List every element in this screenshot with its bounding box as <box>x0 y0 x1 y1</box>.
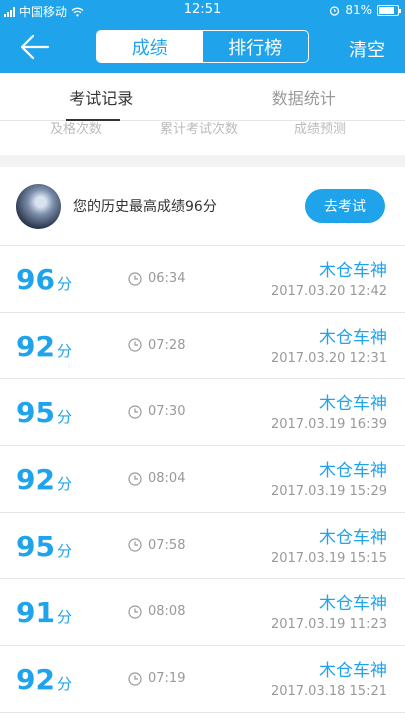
tab-statistics[interactable]: 数据统计 <box>203 73 405 120</box>
record-duration: 06:34 <box>128 271 185 286</box>
clock-icon <box>128 405 142 419</box>
score-unit: 分 <box>56 341 72 360</box>
record-username: 木仓车神 <box>319 527 387 548</box>
record-date: 2017.03.19 16:39 <box>270 417 387 433</box>
stats-labels-row: 及格次数 累计考试次数 成绩预测 <box>0 121 405 155</box>
score-value: 95 <box>16 396 55 430</box>
tab-exam-records[interactable]: 考试记录 <box>0 73 203 120</box>
clock-icon <box>128 605 142 619</box>
duration-value: 07:58 <box>148 537 186 553</box>
record-duration: 08:04 <box>128 471 185 486</box>
record-username: 木仓车神 <box>319 461 387 482</box>
score-unit: 分 <box>56 475 72 494</box>
record-row[interactable]: 96 分 06:34 木仓车神 2017.03.20 12:42 <box>0 246 405 313</box>
avatar <box>16 183 61 229</box>
score-value: 92 <box>16 663 55 697</box>
segment-ranking[interactable]: 排行榜 <box>203 31 309 62</box>
record-row[interactable]: 91 分 08:08 木仓车神 2017.03.19 11:23 <box>0 579 405 647</box>
duration-value: 07:30 <box>148 404 186 420</box>
score-value: 92 <box>16 329 55 363</box>
record-date: 2017.03.18 15:21 <box>270 684 387 700</box>
score-unit: 分 <box>56 675 72 694</box>
record-duration: 07:30 <box>128 404 185 419</box>
record-row[interactable]: 92 分 07:19 木仓车神 2017.03.18 15:21 <box>0 646 405 713</box>
score-unit: 分 <box>56 541 72 560</box>
record-date: 2017.03.20 12:31 <box>270 350 387 366</box>
best-score-panel: 您的历史最高成绩96分 去考试 <box>0 167 405 246</box>
record-row[interactable]: 92 分 07:28 木仓车神 2017.03.20 12:31 <box>0 313 405 380</box>
record-date: 2017.03.19 15:15 <box>270 550 387 566</box>
best-score-text: 您的历史最高成绩96分 <box>73 199 217 215</box>
clock-icon <box>128 672 142 686</box>
clock-icon <box>128 538 142 552</box>
status-right: 81% <box>329 3 401 17</box>
score-prediction-label: 成绩预测 <box>294 122 347 137</box>
status-bar: 中国移动 12:51 81% <box>0 0 405 20</box>
record-duration: 08:08 <box>128 604 185 619</box>
tab-bar: 考试记录 数据统计 <box>0 73 405 121</box>
clear-button[interactable]: 清空 <box>349 36 385 62</box>
record-username: 木仓车神 <box>319 327 387 348</box>
record-username: 木仓车神 <box>319 594 387 615</box>
record-score: 91 分 <box>16 596 72 629</box>
exam-record-list: 96 分 06:34 木仓车神 2017.03.20 12:42 92 分 07:28 木仓车神… <box>0 246 405 713</box>
record-username: 木仓车神 <box>319 394 387 415</box>
record-username: 木仓车神 <box>319 261 387 281</box>
record-score: 95 分 <box>16 396 72 429</box>
section-divider <box>0 155 405 167</box>
total-exams-label: 累计考试次数 <box>160 122 239 137</box>
clock-icon <box>128 471 142 486</box>
record-username: 木仓车神 <box>319 661 387 682</box>
record-score: 96 分 <box>16 263 72 296</box>
score-value: 95 <box>16 529 55 563</box>
record-row[interactable]: 95 分 07:30 木仓车神 2017.03.19 16:39 <box>0 379 405 447</box>
score-value: 96 <box>16 263 55 296</box>
score-value: 92 <box>16 463 55 497</box>
record-row[interactable]: 92 分 08:04 木仓车神 2017.03.19 15:29 <box>0 446 405 513</box>
record-score: 95 分 <box>16 530 72 563</box>
duration-value: 06:34 <box>148 271 186 286</box>
duration-value: 07:28 <box>148 337 186 353</box>
clock-icon <box>128 338 142 352</box>
record-score: 92 分 <box>16 330 72 363</box>
battery-percent: 81% <box>345 3 372 17</box>
nav-bar: 成绩 排行榜 清空 <box>0 28 405 66</box>
app-header: 中国移动 12:51 81% 成绩 排行榜 清空 <box>0 0 405 73</box>
clock-icon <box>128 271 142 286</box>
record-date: 2017.03.19 15:29 <box>270 484 387 500</box>
record-date: 2017.03.19 11:23 <box>270 617 387 633</box>
duration-value: 08:08 <box>148 604 186 620</box>
take-exam-button[interactable]: 去考试 <box>305 189 385 223</box>
record-score: 92 分 <box>16 463 72 496</box>
record-duration: 07:28 <box>128 338 185 353</box>
record-duration: 07:19 <box>128 671 185 686</box>
record-date: 2017.03.20 12:42 <box>270 284 387 299</box>
record-score: 92 分 <box>16 663 72 696</box>
score-unit: 分 <box>56 408 72 427</box>
segment-scores[interactable]: 成绩 <box>97 31 203 62</box>
score-unit: 分 <box>56 275 72 293</box>
pass-count-label: 及格次数 <box>50 122 103 137</box>
record-duration: 07:58 <box>128 538 185 553</box>
alarm-icon <box>330 5 340 16</box>
segment-control: 成绩 排行榜 <box>96 30 309 63</box>
score-value: 91 <box>16 596 55 630</box>
record-row[interactable]: 95 分 07:58 木仓车神 2017.03.19 15:15 <box>0 513 405 580</box>
score-unit: 分 <box>56 608 72 627</box>
duration-value: 08:04 <box>148 471 186 487</box>
duration-value: 07:19 <box>148 671 186 687</box>
back-arrow-icon[interactable] <box>20 31 54 63</box>
battery-icon <box>377 4 401 16</box>
